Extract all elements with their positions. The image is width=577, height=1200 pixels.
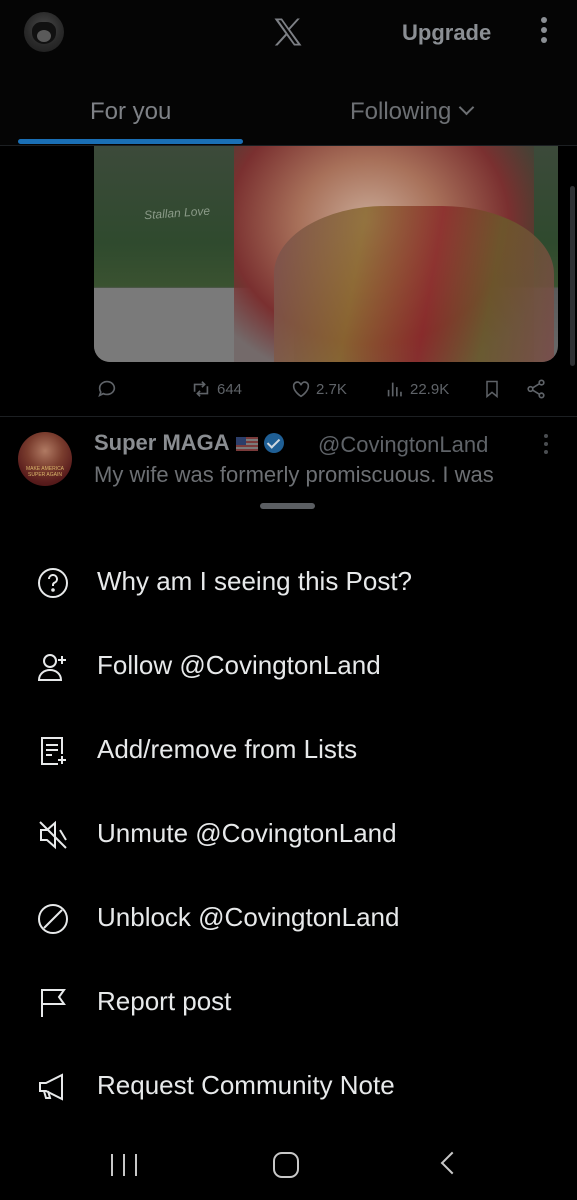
verified-badge-icon xyxy=(263,433,284,453)
menu-item-label: Report post xyxy=(97,986,232,1016)
share-button[interactable] xyxy=(525,378,547,400)
heart-icon xyxy=(292,381,310,398)
repost-button[interactable]: 644 xyxy=(189,378,242,400)
speaker-muted-icon xyxy=(36,818,70,852)
sheet-drag-handle[interactable] xyxy=(260,503,315,509)
repost-count: 644 xyxy=(217,380,243,398)
bookmark-icon xyxy=(486,380,498,399)
upgrade-button[interactable]: Upgrade xyxy=(402,20,491,46)
author-display-name: Super MAGA xyxy=(94,430,230,455)
share-icon xyxy=(527,379,545,399)
menu-item-label: Why am I seeing this Post? xyxy=(97,566,413,596)
x-logo-icon[interactable] xyxy=(270,14,306,50)
menu-item-label: Follow @CovingtonLand xyxy=(97,650,381,680)
author-handle[interactable]: @CovingtonLand xyxy=(318,432,488,458)
user-plus-icon xyxy=(36,650,70,684)
tab-following-label: Following xyxy=(350,98,452,125)
us-flag-icon xyxy=(235,437,258,451)
active-tab-indicator xyxy=(18,139,243,144)
menu-item-unblock[interactable]: Unblock @CovingtonLand xyxy=(0,876,577,960)
list-add-icon xyxy=(36,734,70,768)
image-robe xyxy=(274,206,554,362)
reply-button[interactable] xyxy=(96,378,118,400)
system-navigation-bar xyxy=(0,1130,577,1200)
avatar-caption: MAKE AMERICA SUPER AGAIN xyxy=(25,466,65,478)
home-icon[interactable] xyxy=(273,1152,299,1178)
like-count: 2.7K xyxy=(316,380,347,398)
bookmark-button[interactable] xyxy=(482,378,502,400)
megaphone-icon xyxy=(36,1070,70,1104)
chevron-down-icon xyxy=(459,99,475,116)
tab-for-you[interactable]: For you xyxy=(90,98,171,126)
reply-icon xyxy=(98,380,116,398)
recent-apps-icon[interactable] xyxy=(111,1154,137,1176)
menu-item-label: Unmute @CovingtonLand xyxy=(97,818,397,848)
image-signature: Stallan Love xyxy=(143,203,211,223)
repost-icon xyxy=(193,381,209,397)
menu-item-follow[interactable]: Follow @CovingtonLand xyxy=(0,624,577,708)
post-more-icon[interactable] xyxy=(543,434,549,458)
author-avatar[interactable]: MAKE AMERICA SUPER AGAIN xyxy=(18,432,72,486)
post-text[interactable]: My wife was formerly promiscuous. I was xyxy=(94,462,564,488)
question-circle-icon xyxy=(36,566,70,600)
scrollbar[interactable] xyxy=(570,186,575,366)
view-count: 22.9K xyxy=(410,380,450,398)
menu-item-unmute[interactable]: Unmute @CovingtonLand xyxy=(0,792,577,876)
menu-item-why-seeing[interactable]: Why am I seeing this Post? xyxy=(0,540,577,624)
post-divider xyxy=(0,416,577,417)
menu-item-label: Request Community Note xyxy=(97,1070,395,1100)
flag-icon xyxy=(36,986,70,1020)
post-media-image[interactable]: Stallan Love xyxy=(94,146,558,362)
menu-item-label: Unblock @CovingtonLand xyxy=(97,902,400,932)
menu-item-lists[interactable]: Add/remove from Lists xyxy=(0,708,577,792)
more-options-icon[interactable] xyxy=(536,14,552,48)
tab-following[interactable]: Following xyxy=(350,98,475,126)
author-name-row[interactable]: Super MAGA xyxy=(94,430,284,456)
avatar-cat-face xyxy=(37,30,51,42)
menu-item-community-note[interactable]: Request Community Note xyxy=(0,1044,577,1128)
menu-item-report[interactable]: Report post xyxy=(0,960,577,1044)
like-button[interactable]: 2.7K xyxy=(290,378,347,400)
post-action-bar: 644 2.7K 22.9K xyxy=(0,372,577,408)
back-icon[interactable] xyxy=(440,1151,464,1175)
profile-avatar[interactable] xyxy=(24,12,64,52)
menu-item-label: Add/remove from Lists xyxy=(97,734,358,764)
tab-for-you-label: For you xyxy=(90,98,172,125)
blocked-icon xyxy=(36,902,70,936)
views-chart-icon xyxy=(387,382,402,397)
top-app-bar: Upgrade For you Following xyxy=(0,0,577,146)
views-button[interactable]: 22.9K xyxy=(384,378,449,400)
